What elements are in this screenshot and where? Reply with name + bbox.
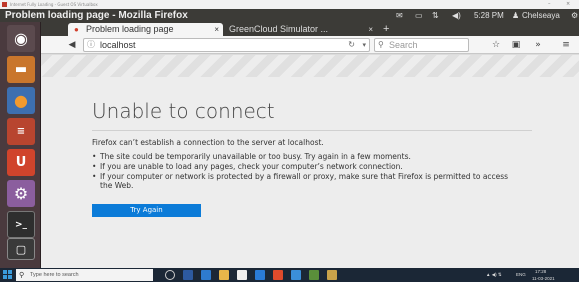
url-bar[interactable]: ⓘ localhost ↻ ▾ xyxy=(83,38,370,52)
firefox-launcher[interactable]: ● xyxy=(7,87,35,114)
host-window-title: Internet Fully Loading - Guest OS Virtua… xyxy=(10,2,98,7)
warning-icon: ● xyxy=(74,25,79,34)
close-tab-icon[interactable]: × xyxy=(214,23,219,36)
error-suggestions: The site could be temporarily unavailabl… xyxy=(92,152,512,191)
windows-taskbar: ⚲ Type here to search ▲ ◀) ⇅ ENG 17:28 1… xyxy=(0,268,579,282)
minimize-icon[interactable]: – xyxy=(548,0,551,9)
search-bar[interactable]: ⚲ Search xyxy=(374,38,469,52)
virtualbox-app-icon[interactable] xyxy=(291,270,301,280)
software-center-launcher[interactable]: U xyxy=(7,149,35,176)
error-title: Unable to connect xyxy=(92,99,275,123)
close-icon[interactable]: × xyxy=(566,0,570,9)
folder-icon: ▬ xyxy=(14,62,28,77)
virtualbox-icon xyxy=(2,2,7,7)
volume-icon[interactable]: ◀) xyxy=(452,9,461,22)
ubuntu-top-panel: Problem loading page - Mozilla Firefox ✉… xyxy=(0,9,579,22)
shopping-bag-icon: U xyxy=(15,155,27,170)
ubuntu-logo-icon: ◉ xyxy=(14,29,28,48)
suggestion-item: If your computer or network is protected… xyxy=(92,172,512,192)
hamburger-menu-icon[interactable]: ≡ xyxy=(559,38,573,52)
files-launcher[interactable]: ▬ xyxy=(7,56,35,83)
file-explorer-icon[interactable] xyxy=(219,270,229,280)
history-dropdown-icon[interactable]: ▾ xyxy=(362,39,366,51)
bookmarks-library-icon[interactable]: ▣ xyxy=(509,38,523,52)
bookmark-star-icon[interactable]: ☆ xyxy=(489,38,503,52)
reload-icon[interactable]: ↻ xyxy=(348,39,355,51)
try-again-button[interactable]: Try Again xyxy=(92,204,201,217)
page-content: Unable to connect Firefox can’t establis… xyxy=(41,55,579,268)
taskbar-search-placeholder: Type here to search xyxy=(30,272,79,278)
user-icon: ♟ xyxy=(512,11,520,20)
mail-icon[interactable]: ✉ xyxy=(396,9,403,22)
windows-start-icon[interactable] xyxy=(3,270,13,280)
tab-bar: ● Problem loading page × GreenCloud Simu… xyxy=(41,22,579,36)
task-view-icon[interactable] xyxy=(183,270,193,280)
workspace-icon: ▢ xyxy=(15,243,27,256)
overflow-menu-icon[interactable]: » xyxy=(531,38,545,52)
taskbar-search-box[interactable]: ⚲ Type here to search xyxy=(16,269,153,281)
tab-label: Problem loading page xyxy=(86,24,174,34)
tab-problem-loading[interactable]: ● Problem loading page × xyxy=(68,23,223,36)
title-divider xyxy=(92,130,532,131)
cortana-icon[interactable] xyxy=(165,270,175,280)
language-indicator[interactable]: ENG xyxy=(516,268,526,282)
workspace-launcher[interactable]: ▢ xyxy=(7,238,35,260)
settings-launcher[interactable]: ⚙ xyxy=(7,180,35,207)
tray-icons[interactable]: ▲ ◀) ⇅ xyxy=(486,268,502,282)
error-stripe-banner xyxy=(41,55,579,77)
suggestion-item: If you are unable to load any pages, che… xyxy=(92,162,512,172)
dash-button[interactable]: ◉ xyxy=(7,25,35,52)
close-tab-icon[interactable]: × xyxy=(368,23,373,36)
taskbar-date[interactable]: 11-03-2021 xyxy=(532,275,555,282)
info-icon[interactable]: ⓘ xyxy=(87,39,95,51)
firefox-icon: ● xyxy=(14,91,28,110)
search-placeholder: Search xyxy=(389,40,418,50)
store-icon[interactable] xyxy=(237,270,247,280)
search-icon: ⚲ xyxy=(378,40,384,49)
terminal-launcher[interactable]: >_ xyxy=(7,211,35,238)
power-icon[interactable]: ⚙ xyxy=(571,9,578,22)
terminal-icon: >_ xyxy=(14,220,28,230)
host-title-strip: Internet Fully Loading - Guest OS Virtua… xyxy=(0,0,579,9)
back-icon[interactable]: ◀ xyxy=(65,38,79,52)
window-title: Problem loading page - Mozilla Firefox xyxy=(5,10,188,21)
search-icon: ⚲ xyxy=(19,271,25,279)
gear-icon: ⚙ xyxy=(13,184,29,203)
mail-app-icon[interactable] xyxy=(255,270,265,280)
network-icon[interactable]: ⇅ xyxy=(432,9,439,22)
settings-app-icon[interactable] xyxy=(309,270,319,280)
error-description: Firefox can’t establish a connection to … xyxy=(92,138,324,147)
url-text[interactable]: localhost xyxy=(100,39,136,51)
office-launcher[interactable]: ≡ xyxy=(7,118,35,145)
new-tab-button[interactable]: + xyxy=(383,23,397,36)
tab-label: GreenCloud Simulator ... xyxy=(229,24,329,34)
tab-greencloud[interactable]: GreenCloud Simulator ... × xyxy=(227,23,377,36)
edge-icon[interactable] xyxy=(201,270,211,280)
battery-icon[interactable]: ▭ xyxy=(415,9,423,22)
taskbar-clock[interactable]: 17:28 xyxy=(535,268,546,275)
navigation-toolbar: ◀ ⓘ localhost ↻ ▾ ⚲ Search ☆ ▣ » ≡ xyxy=(41,36,579,54)
panel-user[interactable]: Chelseaya xyxy=(522,9,560,22)
panel-clock[interactable]: 5:28 PM xyxy=(474,9,504,22)
folder-app-icon[interactable] xyxy=(327,270,337,280)
document-icon: ≡ xyxy=(16,126,26,137)
ubuntu-launcher: ◉ ▬ ● ≡ U ⚙ >_ ▢ xyxy=(0,22,41,268)
suggestion-item: The site could be temporarily unavailabl… xyxy=(92,152,512,162)
chrome-icon[interactable] xyxy=(273,270,283,280)
